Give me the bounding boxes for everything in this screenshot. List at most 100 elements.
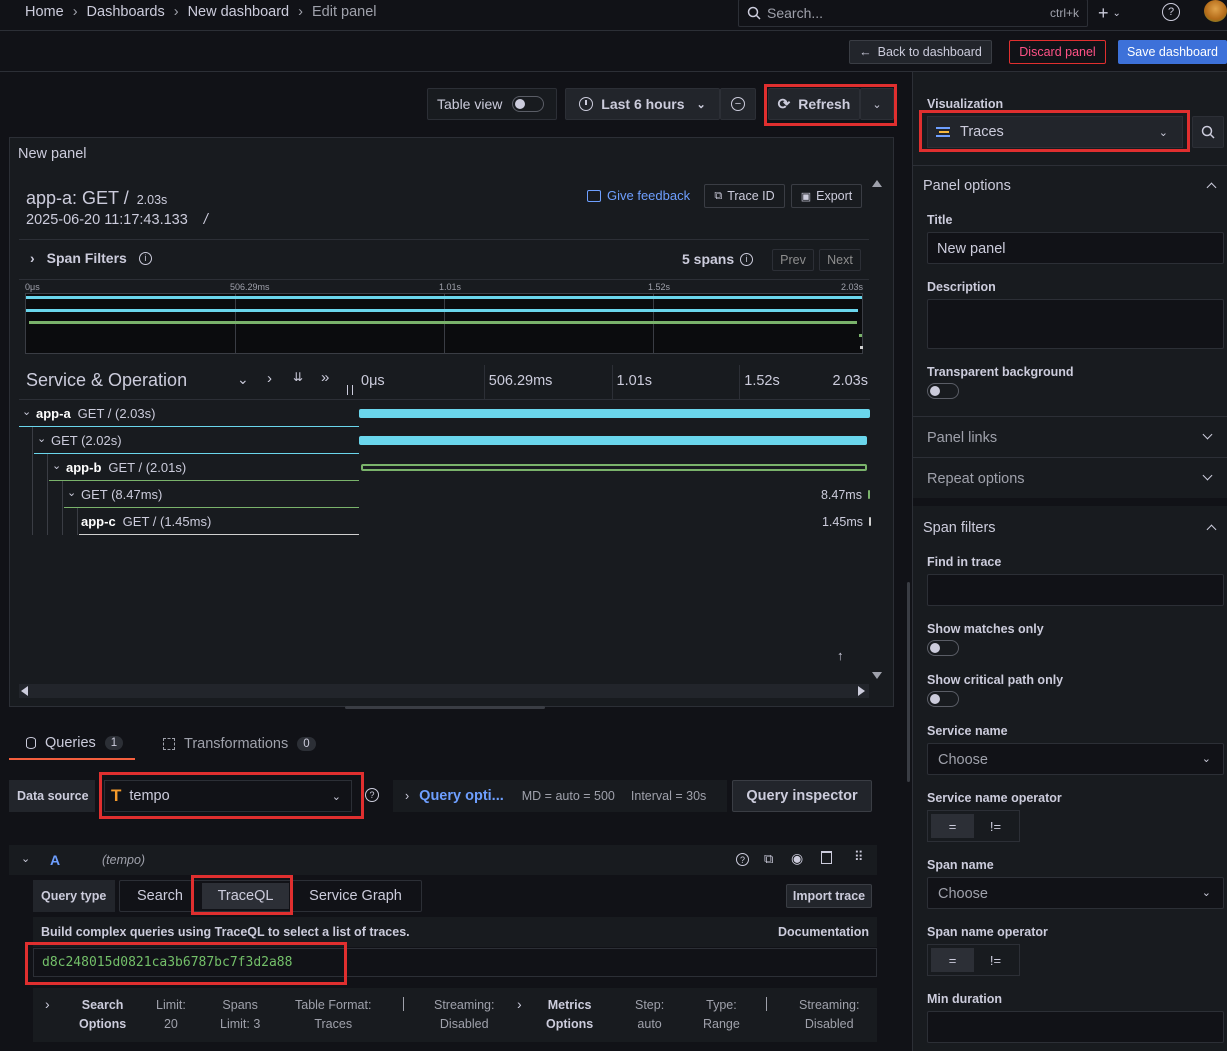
query-options-bar[interactable]: › Query opti... MD = auto = 500 Interval… — [393, 780, 727, 812]
min-duration-input[interactable] — [927, 1011, 1224, 1043]
add-menu-button[interactable]: + ⌄ — [1098, 2, 1138, 24]
description-input[interactable] — [927, 299, 1224, 349]
scroll-left-icon[interactable] — [21, 686, 28, 696]
visualization-search-button[interactable] — [1192, 116, 1224, 148]
transparent-background-toggle[interactable] — [927, 383, 959, 399]
span-bar[interactable] — [359, 436, 868, 445]
title-input[interactable]: New panel — [927, 232, 1224, 264]
trace-minimap[interactable]: 0μs 506.29ms 1.01s 1.52s 2.03s — [25, 282, 864, 354]
visualization-picker[interactable]: Traces ⌄ — [927, 116, 1183, 148]
scroll-up-icon[interactable] — [872, 180, 882, 187]
span-row[interactable]: app-c GET / (1.45ms) 1.45ms — [19, 508, 871, 535]
prev-button[interactable]: Prev — [772, 249, 814, 271]
expand-all-icon[interactable]: ⇊ — [293, 370, 303, 384]
chevron-down-icon[interactable]: ⌄ — [67, 486, 76, 499]
pane-splitter[interactable] — [907, 582, 910, 782]
import-trace-button[interactable]: Import trace — [786, 884, 872, 908]
span-bar[interactable] — [361, 464, 867, 471]
span-operator-not-equals[interactable]: != — [974, 948, 1017, 972]
chevron-down-icon: ⌄ — [1112, 7, 1121, 19]
discard-panel-button[interactable]: Discard panel — [1009, 40, 1106, 64]
datasource-picker[interactable]: T tempo ⌄ — [104, 780, 352, 812]
drag-handle-icon[interactable]: ⠿ — [854, 849, 863, 865]
query-help-icon[interactable]: ? — [736, 853, 749, 866]
span-bar[interactable] — [867, 490, 870, 499]
service-name-select[interactable]: Choose ⌄ — [927, 743, 1224, 775]
breadcrumb-dashboards[interactable]: Dashboards — [87, 4, 165, 20]
span-name-cell[interactable]: ⌄ app-b GET / (2.01s) — [49, 454, 359, 481]
query-type-search[interactable]: Search — [120, 881, 200, 911]
expand-one-icon[interactable]: › — [267, 370, 272, 387]
table-view-toggle[interactable]: Table view — [427, 88, 557, 120]
vertical-scrollbar[interactable] — [871, 178, 883, 684]
refresh-button[interactable]: ⟳ Refresh — [768, 88, 860, 120]
span-row[interactable]: ⌄ app-b GET / (2.01s) — [19, 454, 870, 481]
options-summary-value: 20 — [163, 1017, 178, 1031]
chevron-down-icon[interactable]: ⌄ — [52, 459, 61, 472]
column-resizer[interactable] — [347, 385, 353, 395]
save-dashboard-button[interactable]: Save dashboard — [1118, 40, 1227, 64]
scroll-to-top-icon[interactable]: ↑ — [837, 648, 844, 663]
trace-id-button[interactable]: ⧉ Trace ID — [704, 184, 785, 208]
datasource-help-button[interactable]: ? — [362, 785, 382, 805]
span-bar[interactable] — [359, 409, 870, 418]
collapse-query-icon[interactable]: ⌄ — [21, 852, 30, 865]
repeat-options-header[interactable]: Repeat options — [927, 471, 1025, 487]
span-filters-header[interactable]: Span filters — [923, 520, 996, 536]
give-feedback-link[interactable]: Give feedback — [587, 188, 690, 203]
queries-count-badge: 1 — [104, 736, 124, 750]
span-name-cell[interactable]: ⌄ app-a GET / (2.03s) — [19, 400, 359, 427]
hide-query-icon[interactable]: ◉ — [791, 850, 803, 867]
collapse-all-icon[interactable]: » — [321, 369, 329, 386]
query-ref-id[interactable]: A — [50, 852, 60, 868]
delete-query-icon[interactable] — [821, 851, 832, 864]
span-filters-toggle[interactable]: › Span Filters i — [30, 250, 152, 266]
query-options-summary[interactable]: › › Search Options Limit: 20 Spans Limit: 3 Ta… — [33, 988, 877, 1042]
chevron-down-icon[interactable]: ⌄ — [37, 432, 46, 445]
back-to-dashboard-button[interactable]: ← Back to dashboard — [849, 40, 992, 64]
scroll-down-icon[interactable] — [872, 672, 882, 679]
refresh-interval-button[interactable]: ⌄ — [860, 88, 894, 120]
span-operator-equals[interactable]: = — [931, 948, 974, 972]
span-row[interactable]: ⌄ GET (8.47ms) 8.47ms — [19, 481, 870, 508]
help-icon: ? — [365, 788, 379, 802]
chevron-down-icon[interactable]: ⌄ — [22, 405, 31, 418]
scroll-right-icon[interactable] — [858, 686, 865, 696]
service-operator-not-equals[interactable]: != — [974, 814, 1017, 838]
help-button[interactable]: ? — [1162, 3, 1180, 21]
documentation-link[interactable]: Documentation — [778, 925, 869, 939]
service-operator-equals[interactable]: = — [931, 814, 974, 838]
panel-links-header[interactable]: Panel links — [927, 430, 997, 446]
next-button[interactable]: Next — [819, 249, 861, 271]
traceql-input[interactable]: d8c248015d0821ca3b6787bc7f3d2a88 — [33, 948, 877, 977]
search-box[interactable]: Search... ctrl+k — [738, 0, 1088, 27]
span-row[interactable]: ⌄ app-a GET / (2.03s) — [19, 400, 870, 427]
panel-options-header[interactable]: Panel options — [923, 178, 1011, 194]
tab-transformations[interactable]: Transformations 0 — [163, 728, 316, 760]
export-button[interactable]: ▣ Export — [791, 184, 862, 208]
find-in-trace-input[interactable] — [927, 574, 1224, 606]
query-inspector-button[interactable]: Query inspector — [732, 780, 872, 812]
breadcrumb-home[interactable]: Home — [25, 4, 64, 20]
panel-resize-handle[interactable] — [345, 706, 545, 709]
span-name-cell[interactable]: app-c GET / (1.45ms) — [79, 508, 359, 535]
span-row[interactable]: ⌄ GET (2.02s) — [19, 427, 870, 454]
show-critical-path-toggle[interactable] — [927, 691, 959, 707]
span-name-cell[interactable]: ⌄ GET (2.02s) — [34, 427, 359, 454]
duplicate-query-icon[interactable]: ⧉ — [764, 851, 773, 867]
zoom-out-button[interactable]: − — [720, 88, 756, 120]
breadcrumb-new-dashboard[interactable]: New dashboard — [188, 4, 290, 20]
chevron-down-icon: ⌄ — [331, 790, 341, 803]
query-type-service-graph[interactable]: Service Graph — [294, 881, 417, 911]
options-summary-item: Search Options — [79, 996, 126, 1034]
span-name-select[interactable]: Choose ⌄ — [927, 877, 1224, 909]
not-equals-label: != — [989, 818, 1002, 834]
collapse-one-icon[interactable]: ⌄ — [237, 371, 249, 388]
query-type-traceql[interactable]: TraceQL — [202, 883, 289, 909]
horizontal-scrollbar[interactable] — [19, 684, 869, 698]
show-matches-only-toggle[interactable] — [927, 640, 959, 656]
avatar[interactable] — [1204, 0, 1227, 22]
time-range-picker[interactable]: Last 6 hours ⌄ — [565, 88, 720, 120]
span-name-cell[interactable]: ⌄ GET (8.47ms) — [64, 481, 359, 508]
tab-queries[interactable]: Queries 1 — [9, 728, 135, 760]
